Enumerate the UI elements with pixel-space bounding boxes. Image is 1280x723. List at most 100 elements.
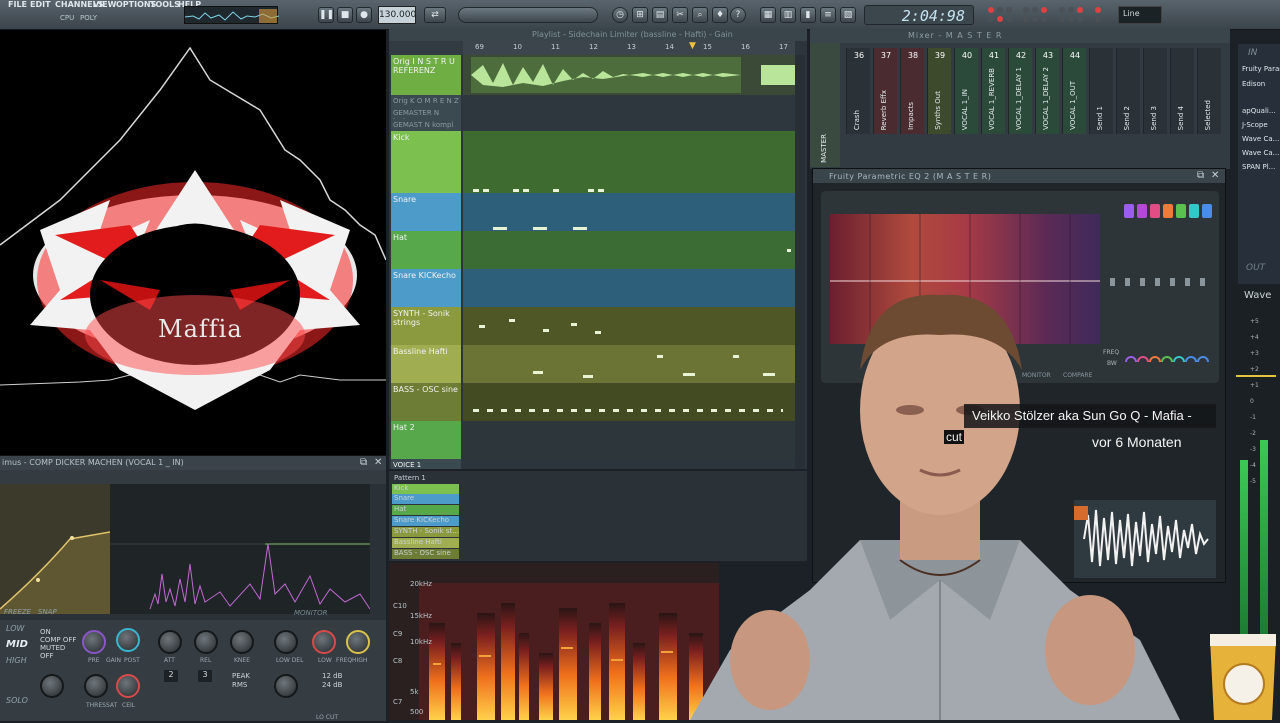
pattern-item[interactable]: Snare [392,494,459,504]
knee-knob[interactable] [230,630,254,654]
pattern-item[interactable]: SYNTH - Sonik st... [392,527,459,537]
track-lane-orig-komplett[interactable] [463,95,795,107]
tempo-display[interactable]: 130.000 [378,6,416,24]
piano-roll-window-button[interactable]: ▥ [780,7,796,23]
fx-slot-item[interactable]: J-Scope [1242,121,1268,129]
slope-12db-option[interactable]: 12 dB [322,672,342,680]
mixer-strip-selected[interactable]: Selected [1197,48,1221,134]
master-pitch-slider[interactable] [458,7,598,23]
mixer-strip-36[interactable]: 36 Crash [846,48,870,134]
pattern-item[interactable]: Snare KICKecho [392,516,459,526]
playlist-timeline[interactable]: 69 10 11 12 13 14 15 16 17 ▼ [463,41,795,55]
mixer-window-button[interactable]: ≡ [820,7,836,23]
help-button[interactable]: ? [730,7,746,23]
mixer-strip-send-1[interactable]: Send 1 [1089,48,1113,134]
track-label-hat[interactable]: Hat [391,231,461,269]
track-label-gemaster-instru[interactable]: GEMASTER N Instru [391,107,461,125]
fx-slot-item[interactable]: SPAN Pl... [1242,163,1275,171]
ratio-b-field[interactable]: 3 [198,670,212,682]
mixer-strip-send-4[interactable]: Send 4 [1170,48,1194,134]
track-lane-hat[interactable] [463,231,795,269]
eq-band-2-button[interactable] [1137,204,1147,218]
snap-line-select[interactable]: Line [1118,6,1162,24]
eq-title-bar[interactable]: Fruity Parametric EQ 2 (M A S T E R) ⧉ ✕ [813,169,1225,183]
pattern-item[interactable]: Hat [392,505,459,515]
thres-knob[interactable] [84,674,108,698]
rms-option[interactable]: RMS [232,681,247,689]
mixer-strip-38[interactable]: 38 Impacts [900,48,924,134]
mixer-strip-39[interactable]: 39 Synths Out [927,48,951,134]
track-lane-gemast-kompl[interactable] [463,119,795,131]
mixer-strip-42[interactable]: 42 VOCAL 1_DELAY 1 [1008,48,1032,134]
sat-knob[interactable] [116,674,140,698]
menu-file[interactable]: FILE [8,0,27,9]
low-knob[interactable] [312,630,336,654]
track-lane-snare[interactable] [463,193,795,231]
track-label-hat-2[interactable]: Hat 2 [391,421,461,459]
browser-window-button[interactable]: ▧ [840,7,856,23]
band-high[interactable]: HIGH [6,656,27,665]
track-label-bassline-hafti[interactable]: Bassline Hafti [391,345,461,383]
pause-button[interactable]: ❚❚ [318,7,334,23]
band-mid[interactable]: MID [6,639,28,650]
ratio-a-field[interactable]: 2 [164,670,178,682]
rel-knob[interactable] [194,630,218,654]
pattern-item[interactable]: Bassline Hafti [392,538,459,548]
menu-view[interactable]: VIEW [93,0,116,9]
high-knob[interactable] [346,630,370,654]
playhead-marker-icon[interactable]: ▼ [689,41,696,51]
fx-slot-item[interactable]: Fruity Parametric [1242,65,1280,73]
record-button[interactable]: ● [356,7,372,23]
fx-slot-item[interactable]: Wave Ca... [1242,149,1279,157]
channel-rack-window-button[interactable]: ▮ [800,7,816,23]
att-knob[interactable] [158,630,182,654]
fx-slot-item[interactable]: Wave Ca... [1242,135,1279,143]
fx-slot-item[interactable]: apQuali... [1242,107,1276,115]
limiter-title-bar[interactable]: imus - COMP DICKER MACHEN (VOCAL 1 _ IN)… [0,456,386,470]
eq-detach-icon[interactable]: ⧉ [1197,170,1204,181]
mixer-title-bar[interactable]: Mixer - M A S T E R [810,29,1230,43]
track-label-orig-instru[interactable]: Orig I N S T R U REFERENZ [391,55,461,95]
eq-close-icon[interactable]: ✕ [1211,170,1219,181]
pre-knob[interactable] [82,630,106,654]
limiter-detach-icon[interactable]: ⧉ [360,457,367,468]
step-edit-button[interactable]: ✂ [672,7,688,23]
peak-option[interactable]: PEAK [232,672,250,680]
wait-input-button[interactable]: ⊞ [632,7,648,23]
pattern-item[interactable]: BASS - OSC sine [392,549,459,559]
opt-off[interactable]: OFF [40,652,54,660]
metronome-button[interactable]: ◷ [612,7,628,23]
mixer-strip-41[interactable]: 41 VOCAL 1_REVERB [981,48,1005,134]
countdown-button[interactable]: ▤ [652,7,668,23]
ceil-knob[interactable] [274,674,298,698]
master-strip[interactable]: MASTER [810,43,840,167]
track-label-voice-1[interactable]: VOICE 1 [391,459,461,469]
freeze-label[interactable]: FREEZE [4,608,31,616]
eq-band-7-button[interactable] [1202,204,1212,218]
eq-band-4-button[interactable] [1163,204,1173,218]
band-low[interactable]: LOW [6,624,24,633]
pattern-item[interactable]: Pattern 1 [392,474,459,484]
track-label-bass-osc-sine[interactable]: BASS - OSC sine [391,383,461,421]
mixer-strip-send-2[interactable]: Send 2 [1116,48,1140,134]
menu-edit[interactable]: EDIT [30,0,51,9]
gain-knob[interactable] [116,628,140,652]
browser-search-button[interactable]: ⌕ [692,7,708,23]
track-label-gemast-kompl[interactable]: GEMAST N kompl [391,119,461,131]
monitor-label[interactable]: MONITOR [294,609,328,617]
track-label-synth-sonik[interactable]: SYNTH - Sonik strings [391,307,461,345]
fx-slot-item[interactable]: Edison [1242,80,1265,88]
track-lane-kick[interactable] [463,131,795,193]
pattern-item[interactable]: Kick [392,484,459,494]
track-label-snare[interactable]: Snare [391,193,461,231]
playlist-title-bar[interactable]: Playlist - Sidechain Limiter (bassline -… [389,29,807,41]
eq-band-5-button[interactable] [1176,204,1186,218]
stop-button[interactable]: ■ [337,7,353,23]
track-label-kick[interactable]: Kick [391,131,461,193]
track-label-orig-komplett[interactable]: Orig K O M R E N Z [391,95,461,107]
mixer-strip-43[interactable]: 43 VOCAL 1_DELAY 2 [1035,48,1059,134]
opt-on[interactable]: ON [40,628,51,636]
eq-band-6-button[interactable] [1189,204,1199,218]
mixer-strip-44[interactable]: 44 VOCAL 1_OUT [1062,48,1086,134]
opt-muted[interactable]: MUTED [40,644,65,652]
